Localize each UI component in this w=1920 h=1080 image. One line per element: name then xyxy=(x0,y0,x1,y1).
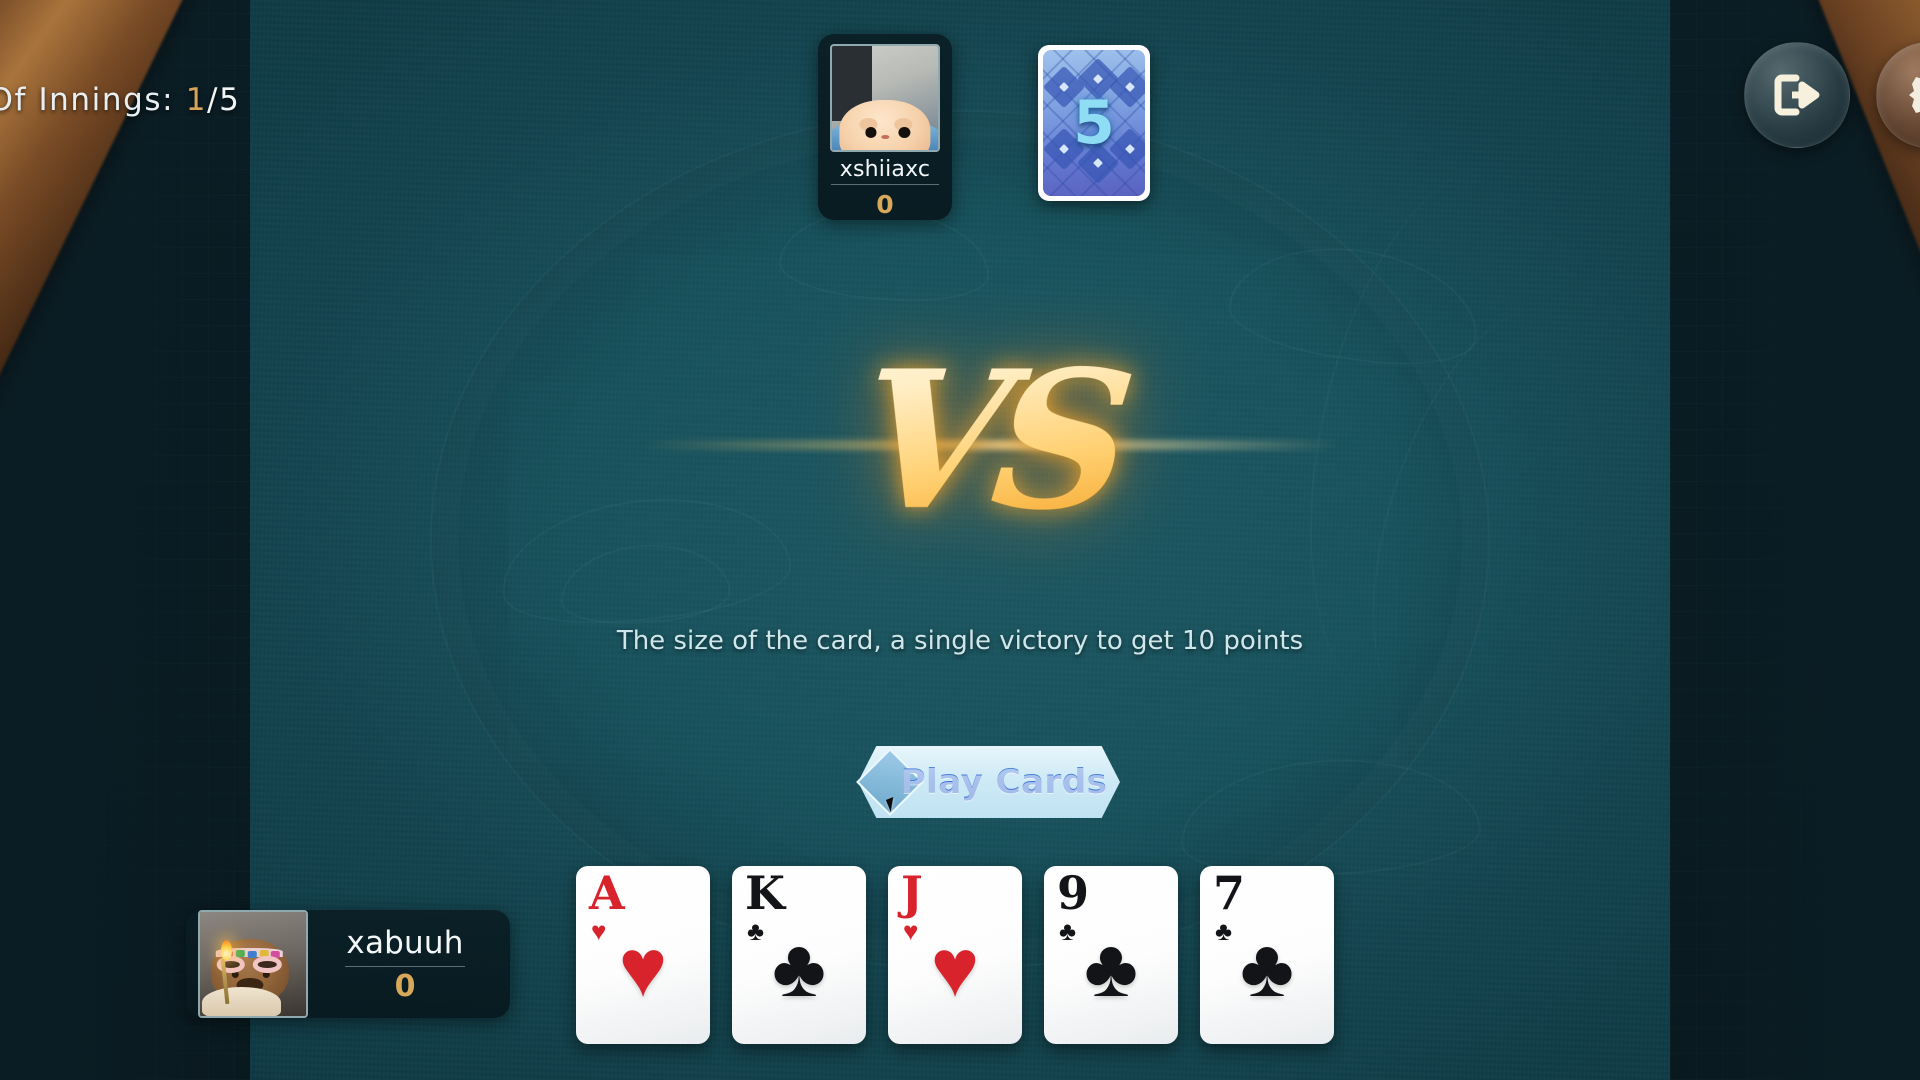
card-suit-small: ♥ xyxy=(591,916,607,946)
player-info: xabuuh 0 xyxy=(314,925,496,1004)
innings-total: 5 xyxy=(219,82,241,118)
avatar xyxy=(198,910,308,1018)
card-suit-small: ♣ xyxy=(747,916,765,946)
player-panel-bottom[interactable]: xabuuh 0 xyxy=(186,910,510,1018)
card-rank: J xyxy=(901,866,923,920)
player-divider xyxy=(345,965,465,967)
avatar xyxy=(830,44,940,152)
hand-card[interactable]: K ♣ ♣ xyxy=(732,866,866,1044)
hamster-avatar xyxy=(832,46,938,150)
exit-icon xyxy=(1774,74,1820,116)
card-rank: A xyxy=(589,866,625,920)
innings-current: 1 xyxy=(185,82,208,118)
vs-label: VS xyxy=(814,290,1166,590)
card-rank: 9 xyxy=(1057,866,1090,920)
deck-card[interactable]: 5 xyxy=(1038,45,1150,201)
right-border-band xyxy=(1670,0,1920,1080)
card-back: 5 xyxy=(1043,50,1145,196)
card-suit-large: ♣ xyxy=(1084,923,1138,1015)
player-name: xshiiaxc xyxy=(839,157,931,182)
innings-counter: er Of Innings: 1/5 xyxy=(0,82,240,118)
player-panel-top[interactable]: xshiiaxc 0 xyxy=(818,34,952,220)
player-score: 0 xyxy=(394,968,416,1004)
teddy-bear-birthday-avatar xyxy=(200,912,306,1016)
exit-button[interactable] xyxy=(1744,42,1850,148)
game-rules-text: The size of the card, a single victory t… xyxy=(616,626,1304,656)
card-suit-large: ♣ xyxy=(772,923,826,1015)
innings-separator: / xyxy=(207,82,220,118)
hand-card[interactable]: 7 ♣ ♣ xyxy=(1200,866,1334,1044)
card-suit-small: ♣ xyxy=(1215,916,1233,946)
border-fade xyxy=(1670,0,1920,1080)
birthday-cake xyxy=(202,986,281,1016)
innings-label: er Of Innings: xyxy=(0,82,175,118)
gear-icon xyxy=(1909,77,1920,113)
card-suit-large: ♥ xyxy=(618,923,668,1015)
player-name: xabuuh xyxy=(346,924,464,961)
player-score: 0 xyxy=(876,190,894,219)
hand-card[interactable]: A ♥ ♥ xyxy=(576,866,710,1044)
card-suit-small: ♣ xyxy=(1059,916,1077,946)
candle-flame xyxy=(221,939,233,960)
player-divider xyxy=(831,184,939,185)
vs-emblem: VS xyxy=(640,290,1340,590)
card-suit-small: ♥ xyxy=(903,916,919,946)
hand-card[interactable]: J ♥ ♥ xyxy=(888,866,1022,1044)
card-suit-large: ♥ xyxy=(930,923,980,1015)
card-suit-large: ♣ xyxy=(1240,923,1294,1015)
card-rank: K xyxy=(745,866,785,920)
hand-card[interactable]: 9 ♣ ♣ xyxy=(1044,866,1178,1044)
card-rank: 7 xyxy=(1213,866,1246,920)
player-hand: A ♥ ♥ K ♣ ♣ J ♥ ♥ 9 ♣ ♣ 7 ♣ ♣ xyxy=(576,866,1334,1044)
deck-remaining-count: 5 xyxy=(1073,88,1115,158)
